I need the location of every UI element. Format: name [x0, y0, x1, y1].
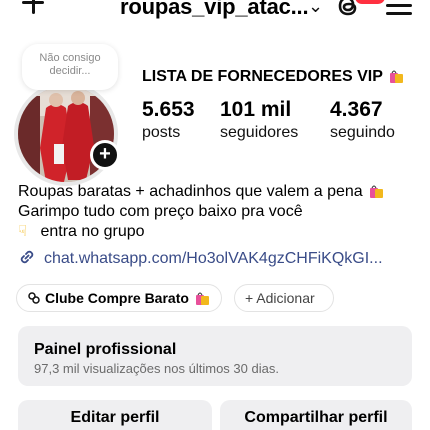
- display-name: LISTA DE FORNECEDORES VIP: [142, 68, 404, 86]
- link-icon: [20, 250, 34, 264]
- pro-panel-title: Painel profissional: [34, 341, 177, 358]
- shopping-bags-icon: [389, 70, 403, 83]
- stat-label: seguindo: [330, 124, 395, 141]
- note-text: decidir...: [49, 65, 91, 77]
- shopping-bags-icon: [369, 185, 383, 198]
- chevron-down-icon[interactable]: ⌄: [308, 0, 323, 17]
- community-chip-label: Clube Compre Barato: [45, 290, 189, 306]
- followers-count[interactable]: 101 mil seguidores: [220, 98, 298, 142]
- stat-label: posts: [142, 124, 181, 141]
- community-chip[interactable]: Clube Compre Barato: [16, 284, 222, 312]
- bio-line: ☟ entra no grupo: [18, 222, 145, 242]
- share-profile-button[interactable]: Compartilhar perfil: [220, 400, 412, 430]
- stat-value: 4.367: [330, 98, 383, 121]
- pro-panel-subtitle: 97,3 mil visualizações nos últimos 30 di…: [34, 361, 279, 376]
- shopping-bags-icon: [195, 292, 209, 305]
- bio-link-text: chat.whatsapp.com/Ho3olVAK4gzCHFiKQkGI..…: [44, 250, 383, 267]
- edit-profile-button[interactable]: Editar perfil: [18, 400, 212, 430]
- stat-label: seguidores: [220, 124, 299, 141]
- posts-count[interactable]: 5.653 posts: [142, 98, 195, 142]
- bio-line: Roupas baratas + achadinhos que valem a …: [18, 182, 384, 202]
- following-count[interactable]: 4.367 seguindo: [330, 98, 395, 142]
- pointing-down-icon: ☟: [18, 223, 28, 240]
- notification-badge: [355, 0, 385, 4]
- note-text: Não consigo: [39, 52, 101, 64]
- bio-text: Roupas baratas + achadinhos que valem a …: [18, 183, 363, 200]
- plus-icon[interactable]: [20, 0, 46, 18]
- stat-value: 101 mil: [220, 98, 292, 121]
- community-icon: [28, 292, 40, 304]
- stat-value: 5.653: [142, 98, 195, 121]
- display-name-text: LISTA DE FORNECEDORES VIP: [142, 68, 383, 85]
- top-bar: roupas_vip_atac... ⌄: [0, 0, 430, 26]
- menu-icon[interactable]: [386, 0, 412, 18]
- add-chip-button[interactable]: + Adicionar: [234, 284, 334, 312]
- bio-link[interactable]: chat.whatsapp.com/Ho3olVAK4gzCHFiKQkGI..…: [18, 248, 383, 268]
- professional-dashboard[interactable]: Painel profissional 97,3 mil visualizaçõ…: [18, 326, 412, 386]
- bio-line: Garimpo tudo com preço baixo pra você: [18, 203, 303, 220]
- username-switcher[interactable]: roupas_vip_atac...: [120, 0, 309, 20]
- add-story-icon[interactable]: +: [90, 140, 120, 170]
- note-bubble[interactable]: Não consigo decidir...: [22, 44, 118, 90]
- bio-text: entra no grupo: [40, 223, 145, 240]
